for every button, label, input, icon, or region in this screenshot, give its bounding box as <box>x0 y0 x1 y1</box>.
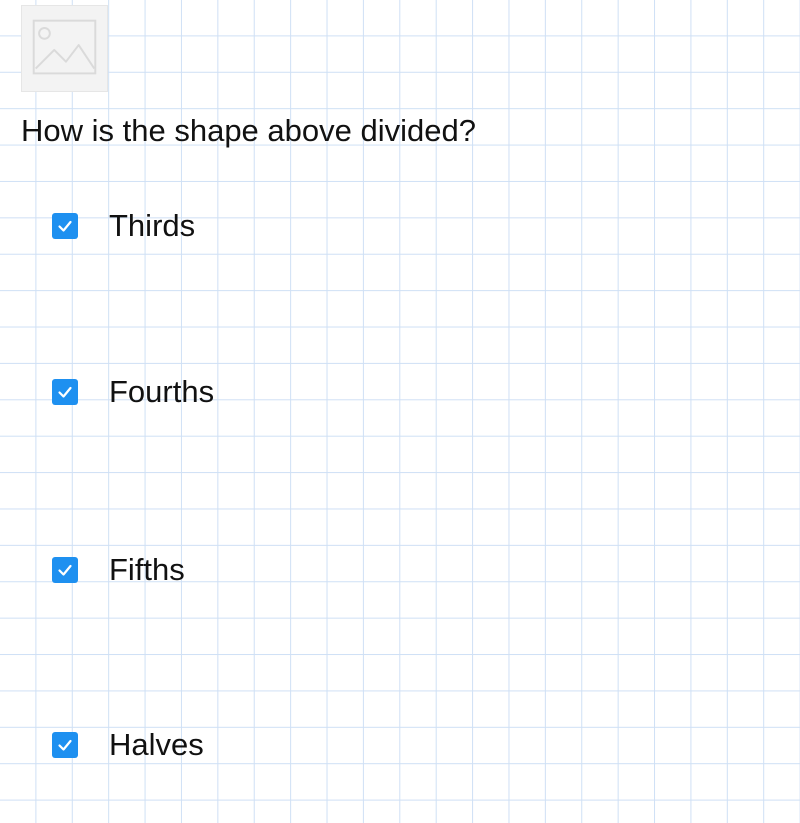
checkbox-thirds[interactable] <box>52 213 78 239</box>
checkmark-icon <box>58 564 72 576</box>
checkmark-icon <box>58 739 72 751</box>
option-fourths[interactable]: Fourths <box>52 372 214 412</box>
option-label[interactable]: Fifths <box>109 550 185 590</box>
option-thirds[interactable]: Thirds <box>52 206 195 246</box>
checkbox-fifths[interactable] <box>52 557 78 583</box>
option-label[interactable]: Halves <box>109 725 204 765</box>
image-placeholder-icon <box>21 5 108 92</box>
option-label[interactable]: Fourths <box>109 372 214 412</box>
option-halves[interactable]: Halves <box>52 725 204 765</box>
question-text: How is the shape above divided? <box>21 113 476 148</box>
checkbox-fourths[interactable] <box>52 379 78 405</box>
checkmark-icon <box>58 386 72 398</box>
option-label[interactable]: Thirds <box>109 206 195 246</box>
checkbox-halves[interactable] <box>52 732 78 758</box>
option-fifths[interactable]: Fifths <box>52 550 185 590</box>
checkmark-icon <box>58 220 72 232</box>
